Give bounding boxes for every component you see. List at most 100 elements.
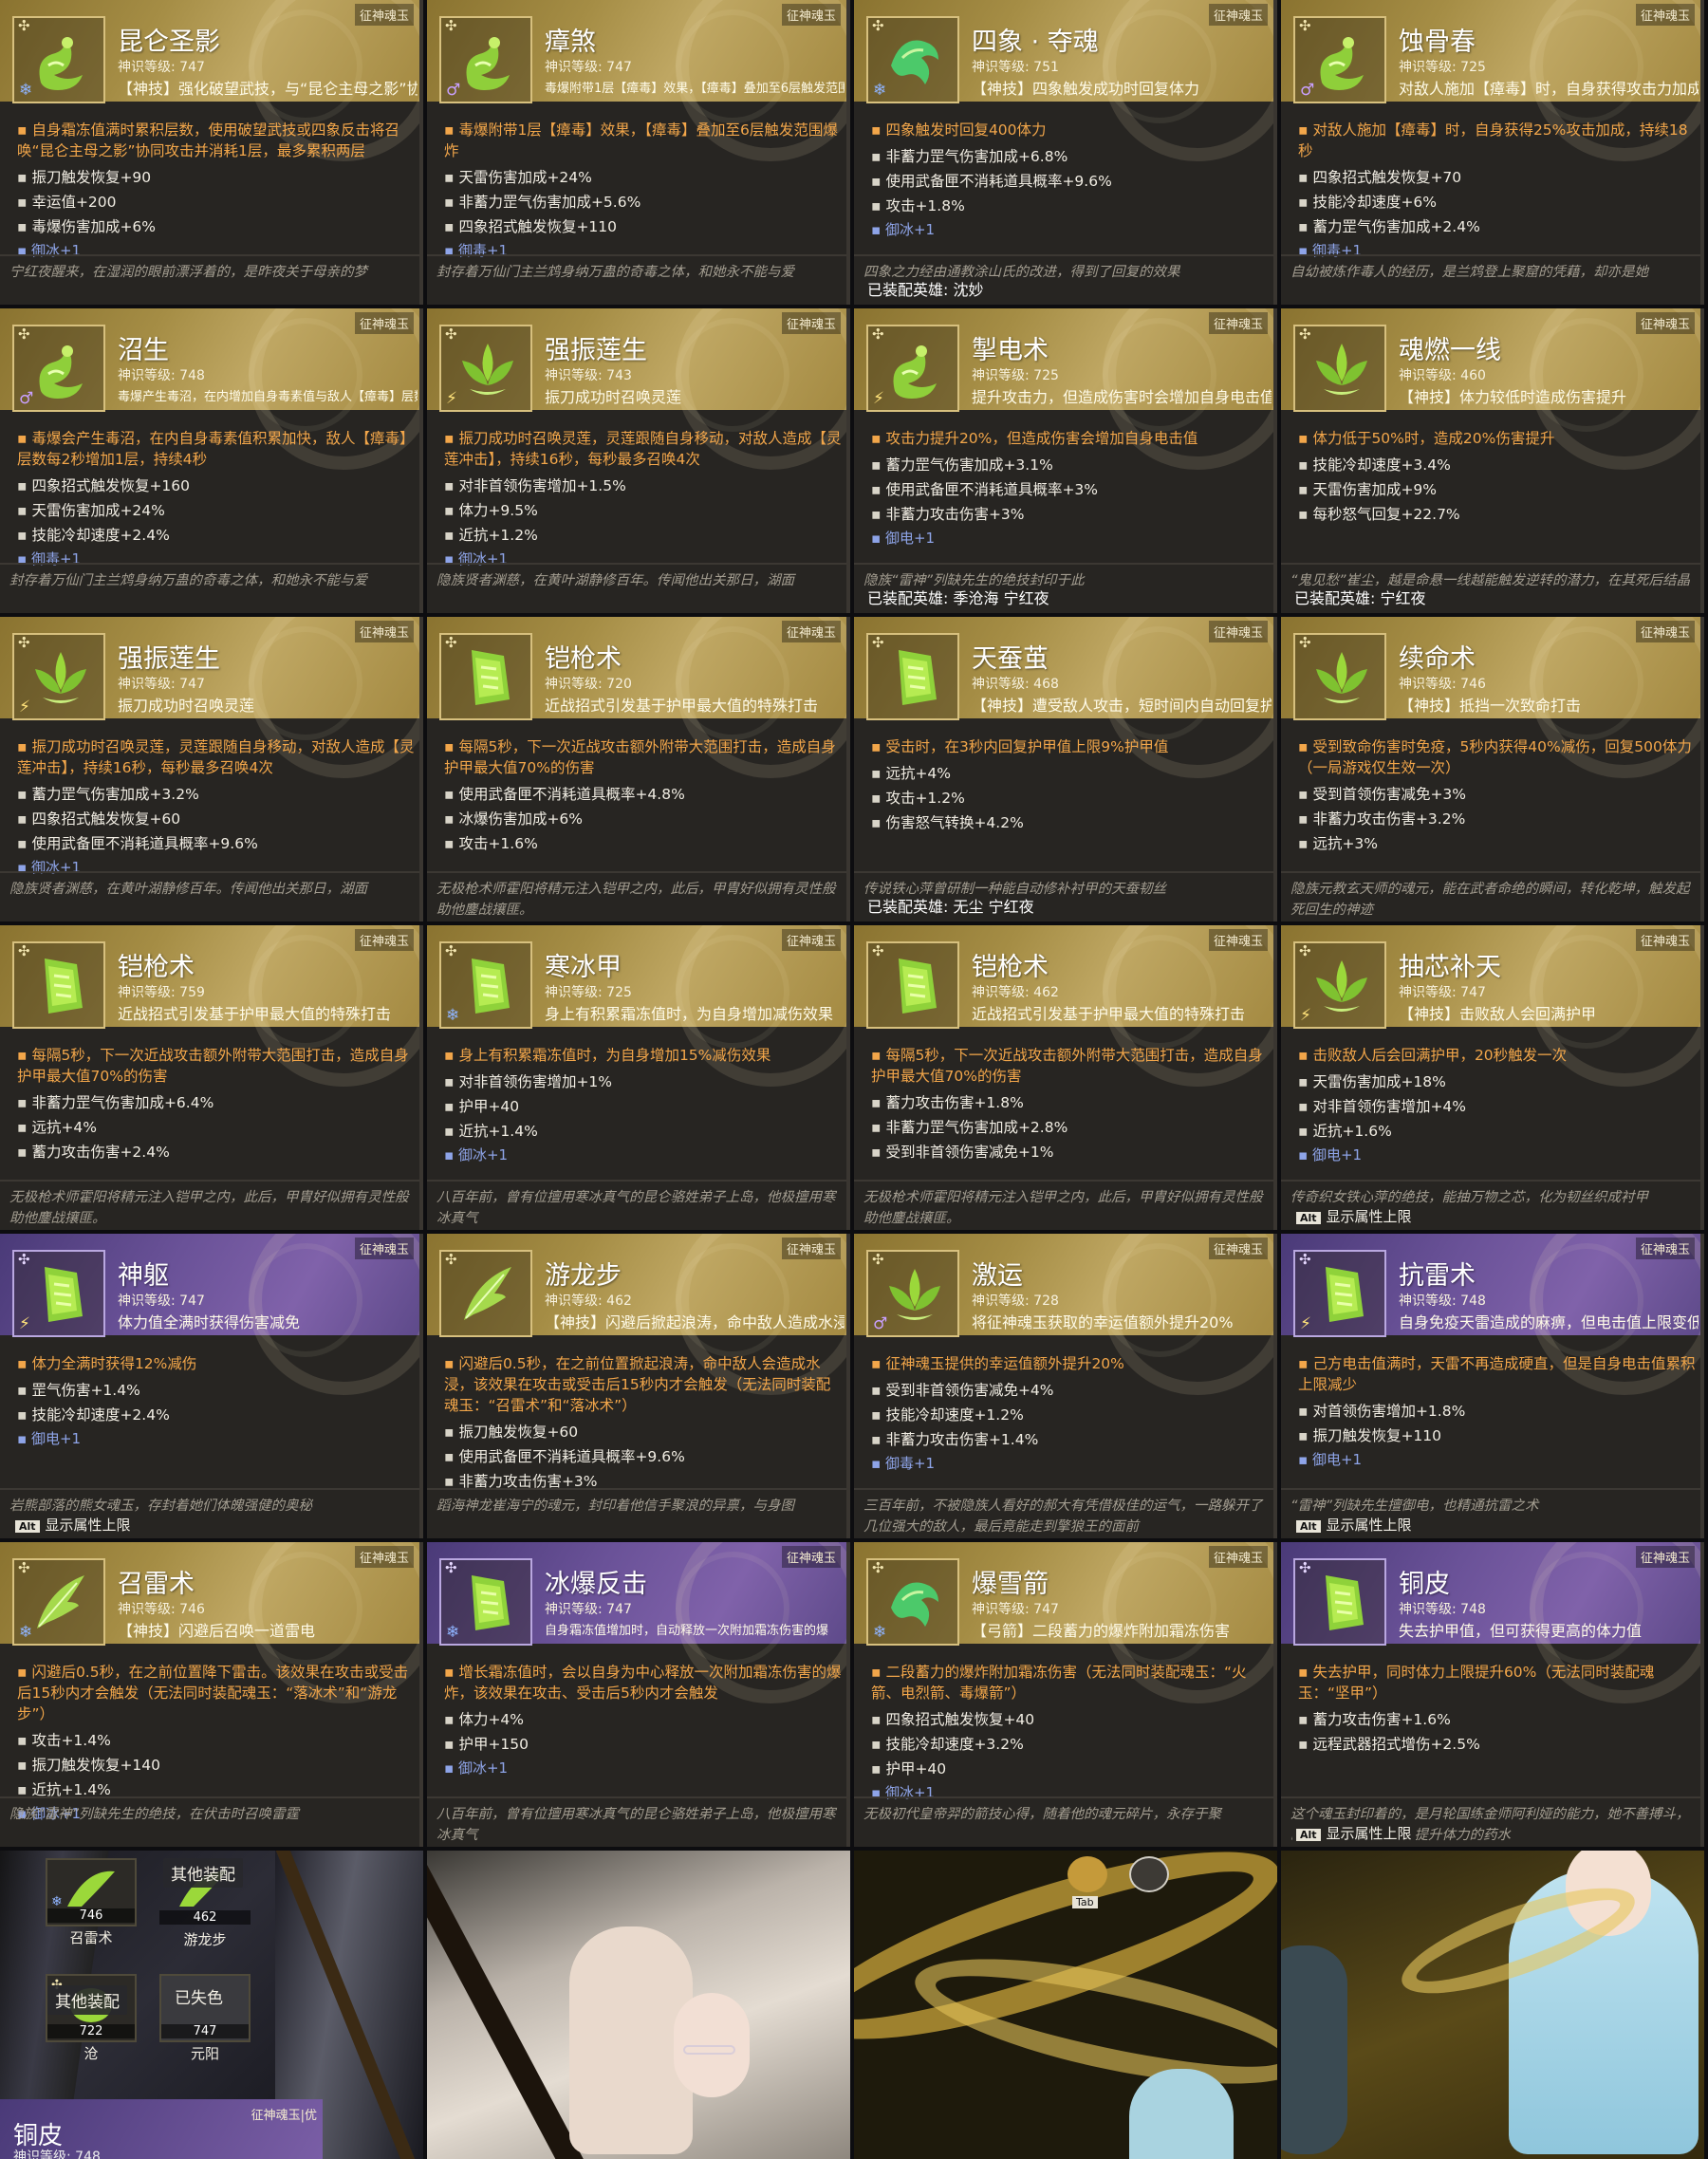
stat-line: 受到非首领伤害减免+4% (871, 1378, 1270, 1403)
soul-jade-icon: ✣ ♂ (1293, 16, 1386, 103)
card-title: 爆雪箭 (972, 1570, 1049, 1599)
spirit-level: 神识等级: 468 (972, 677, 1059, 692)
resist-bonus: 御电+1 (17, 1427, 416, 1450)
soul-jade-icon: ✣ ❄ (12, 16, 105, 103)
card-summary: 将征神魂玉获取的幸运值额外提升20% (972, 1313, 1234, 1331)
spirit-level: 神识等级: 747 (118, 60, 205, 75)
category-tag: 征神魂玉 (1635, 1546, 1695, 1568)
main-effect: 受击时，在3秒内回复护甲值上限9%护甲值 (871, 736, 1270, 757)
soul-jade-icon: ✣ ❄ (866, 16, 959, 103)
tab-key-hint: Tab (1072, 1896, 1098, 1908)
stat-line: 对首领伤害增加+1.8% (1298, 1399, 1697, 1424)
soul-jade-card: ✣⚡征神魂玉抗雷术神识等级: 748自身免疫天雷造成的麻痹，但电击值上限变低己方… (1281, 1234, 1704, 1538)
soul-jade-icon: ✣ (12, 941, 105, 1029)
stat-line: 天雷伤害加成+24% (444, 165, 843, 190)
slot-summon-thunder[interactable]: ❄ 746 召雷术 (46, 1858, 137, 1946)
stat-line: 受到非首领伤害减免+1% (871, 1140, 1270, 1164)
main-effect: 增长霜冻值时，会以自身为中心释放一次附加霜冻伤害的爆炸，该效果在攻击、受击后5秒… (444, 1662, 843, 1703)
skill-icon-left[interactable] (1068, 1856, 1107, 1892)
spirit-level: 神识等级: 747 (545, 1602, 632, 1617)
frost-icon: ❄ (51, 1894, 63, 1909)
stat-line: 技能冷却速度+2.4% (17, 523, 416, 548)
soul-jade-icon: ✣ (439, 633, 532, 720)
frost-icon: ❄ (446, 1006, 460, 1025)
stat-line: 使用武备匣不消耗道具概率+3% (871, 477, 1270, 502)
slot-level: 746 (47, 1908, 135, 1923)
soul-jade-card: ✣ 征神魂玉游龙步神识等级: 462 【神技】闪避后掀起浪涛，命中敌人造成水浸闪避后… (427, 1234, 850, 1538)
star-icon: ✣ (1299, 1251, 1311, 1268)
main-effect: 自身霜冻值满时累积层数，使用破望武技或四象反击将召唤“昆仑主母之影”协同攻击并消… (17, 120, 416, 161)
slot-dragon-step[interactable]: 其他装配 462 游龙步 (159, 1858, 251, 1948)
soul-jade-card: ✣❄征神魂玉四象 · 夺魂神识等级: 751【神技】四象触发成功时回复体力四象触… (854, 0, 1277, 305)
main-effect: 身上有积累霜冻值时，为自身增加15%减伤效果 (444, 1045, 843, 1066)
stat-line: 天雷伤害加成+9% (1298, 477, 1697, 502)
resist-bonus: 御电+1 (1298, 1448, 1697, 1471)
thunder-icon: ⚡ (1300, 1006, 1311, 1025)
flavor-text: 隐族元教玄天师的魂元，能在武者命绝的瞬间，转化乾坤，触发起死回生的神迹 (1281, 871, 1700, 921)
card-summary: 提升攻击力，但造成伤害时会增加自身电击值 (972, 388, 1272, 406)
card-body: 振刀成功时召唤灵莲，灵莲跟随自身移动，对敌人造成【灵莲冲击】，持续16秒，每秒最… (17, 736, 416, 879)
card-title: 冰爆反击 (545, 1570, 647, 1599)
star-icon: ✣ (872, 942, 884, 959)
main-effect: 体力低于50%时，造成20%伤害提升 (1298, 428, 1697, 449)
main-effect: 毒爆附带1层【瘴毒】效果，【瘴毒】叠加至6层触发范围爆炸 (444, 120, 843, 161)
stat-line: 蓄力攻击伤害+1.8% (871, 1090, 1270, 1115)
stat-line: 四象招式触发恢复+40 (871, 1707, 1270, 1732)
card-title: 天蚕茧 (972, 644, 1049, 674)
category-tag: 征神魂玉 (781, 929, 841, 951)
stat-line: 对非首领伤害增加+4% (1298, 1094, 1697, 1119)
slot-level: 462 (159, 1910, 251, 1925)
star-icon: ✣ (872, 1251, 884, 1268)
main-effect: 振刀成功时召唤灵莲，灵莲跟随自身移动，对敌人造成【灵莲冲击】，持续16秒，每秒最… (444, 428, 843, 470)
soul-jade-tooltip-grid: ✣❄征神魂玉昆仑圣影神识等级: 747【神技】强化破望武技，与“昆仑主母之影”协… (0, 0, 1708, 1851)
slot-fourth[interactable]: 已失色 747 元阳 (159, 1974, 251, 2062)
soul-jade-icon: ✣ ❄ (439, 1558, 532, 1646)
flavor-text: 隐族贤者渊慈，在黄叶湖静修百年。传闻他出关那日，湖面 (0, 871, 419, 921)
soul-jade-card: ✣⚡征神魂玉强振莲生神识等级: 743振刀成功时召唤灵莲振刀成功时召唤灵莲，灵莲… (427, 308, 850, 613)
card-body: 每隔5秒，下一次近战攻击额外附带大范围打击，造成自身护甲最大值70%的伤害使用武… (444, 736, 843, 856)
card-body: 四象触发时回复400体力非蓄力罡气伤害加成+6.8%使用武备匣不消耗道具概率+9… (871, 120, 1270, 241)
character-scene-1 (427, 1851, 850, 2159)
slot-third[interactable]: ✣ 其他装配 722 沧 (46, 1974, 137, 2062)
soul-jade-icon: ✣ (866, 633, 959, 720)
category-tag: 征神魂玉 (1208, 4, 1268, 26)
stat-line: 远抗+4% (17, 1115, 416, 1140)
card-title: 魂燃一线 (1399, 336, 1501, 365)
stat-line: 近抗+1.4% (444, 1119, 843, 1144)
stat-line: 近抗+1.2% (444, 523, 843, 548)
card-body: 攻击力提升20%，但造成伤害会增加自身电击值蓄力罡气伤害加成+3.1%使用武备匣… (871, 428, 1270, 549)
main-effect: 毒爆会产生毒沼，在内自身毒素值积累加快，敌人【瘴毒】层数每2秒增加1层，持续4秒 (17, 428, 416, 470)
soul-jade-card: ✣❄征神魂玉寒冰甲神识等级: 725身上有积累霜冻值时，为自身增加减伤效果身上有… (427, 925, 850, 1230)
category-tag: 征神魂玉 (354, 929, 414, 951)
stat-line: 技能冷却速度+2.4% (17, 1403, 416, 1427)
card-title: 四象 · 夺魂 (972, 28, 1099, 57)
card-title: 强振莲生 (545, 336, 647, 365)
category-tag: 征神魂玉 (1635, 4, 1695, 26)
frost-icon: ❄ (19, 1623, 33, 1642)
stat-line: 四象招式触发恢复+110 (444, 214, 843, 239)
spirit-level: 神识等级: 460 (1399, 368, 1486, 383)
star-icon: ✣ (872, 634, 884, 651)
flavor-text: 封存着万仙门主兰鸩身纳万蛊的奇毒之体，和她永不能与爱 (0, 563, 419, 613)
resist-bonus: 御冰+1 (444, 1757, 843, 1779)
category-tag: 征神魂玉 (1208, 1238, 1268, 1259)
star-icon: ✣ (18, 326, 30, 343)
poison-icon: ♂ (446, 81, 461, 100)
partial-card-tag: 征神魂玉|优 (251, 2109, 317, 2123)
card-summary: 近战招式引发基于护甲最大值的特殊打击 (545, 697, 819, 715)
stat-line: 蓄力罡气伤害加成+2.4% (1298, 214, 1697, 239)
card-summary: 【神技】闪避后召唤一道雷电 (118, 1622, 316, 1640)
main-effect: 击败敌人后会回满护甲，20秒触发一次 (1298, 1045, 1697, 1066)
card-title: 激运 (972, 1261, 1023, 1291)
skill-icon-right[interactable] (1129, 1856, 1169, 1892)
soul-jade-card: ✣♂征神魂玉激运神识等级: 728将征神魂玉获取的幸运值额外提升20%征神魂玉提… (854, 1234, 1277, 1538)
soul-jade-card: ✣ 征神魂玉铜皮神识等级: 748 失去护甲值，但可获得更高的体力值失去护甲，同时体… (1281, 1542, 1704, 1847)
soul-jade-card: ✣ 征神魂玉铠枪术神识等级: 462 近战招式引发基于护甲最大值的特殊打击每隔5秒，… (854, 925, 1277, 1230)
flavor-text: 八百年前，曾有位擅用寒冰真气的昆仑骆姓弟子上岛，他极擅用寒冰真气 (427, 1180, 846, 1230)
card-body: 每隔5秒，下一次近战攻击额外附带大范围打击，造成自身护甲最大值70%的伤害蓄力攻… (871, 1045, 1270, 1164)
card-summary: 近战招式引发基于护甲最大值的特殊打击 (972, 1005, 1246, 1023)
soul-jade-icon: ✣ ❄ (439, 941, 532, 1029)
main-effect: 每隔5秒，下一次近战攻击额外附带大范围打击，造成自身护甲最大值70%的伤害 (17, 1045, 416, 1087)
star-icon: ✣ (872, 17, 884, 34)
card-title: 抽芯补天 (1399, 953, 1501, 982)
